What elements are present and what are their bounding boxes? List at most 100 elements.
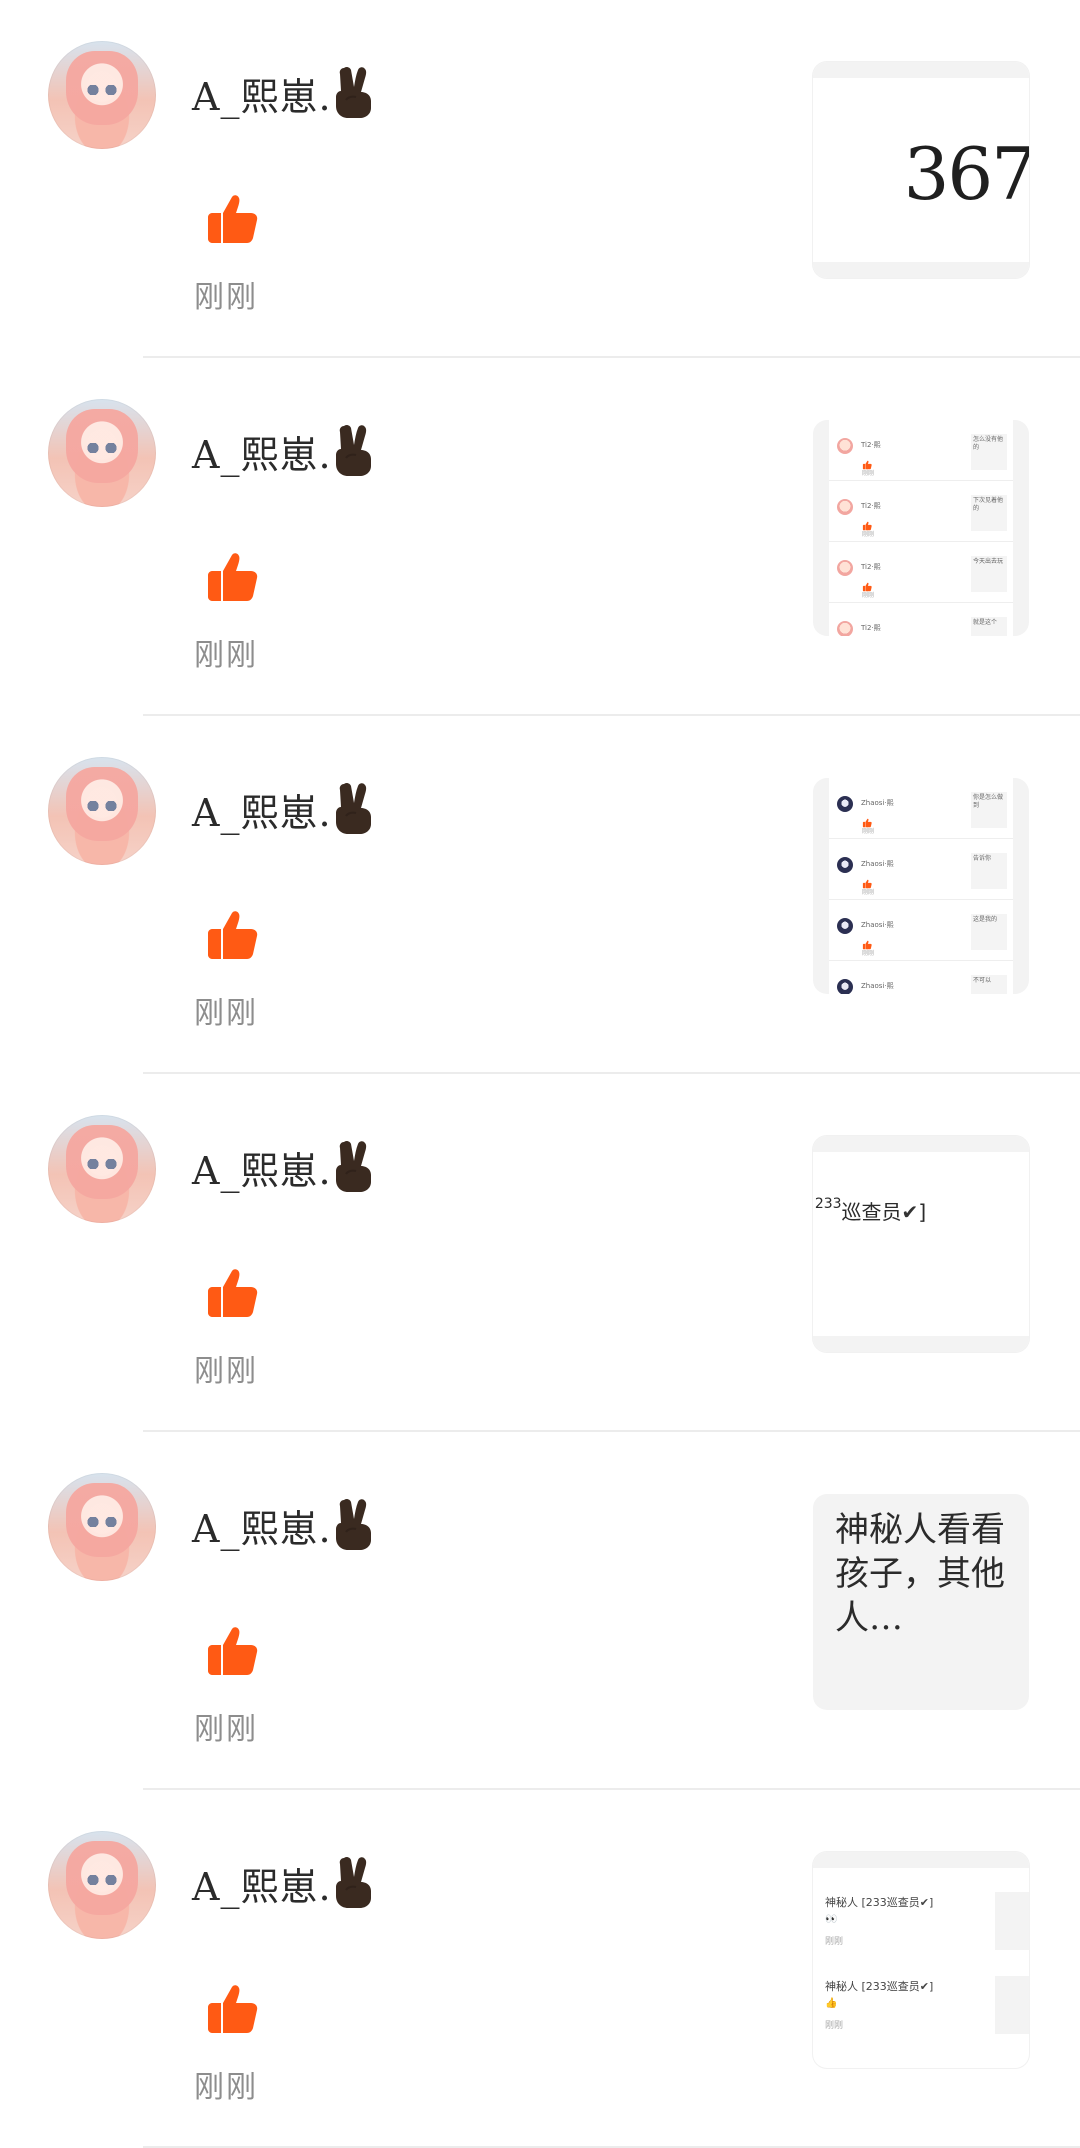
mini-avatar [837, 621, 853, 636]
peace-hand-emoji-icon [330, 66, 376, 118]
mini-username: Ti2·熙 [861, 441, 881, 449]
mini-tag-line2: 👀 [825, 1914, 838, 1925]
mini-avatar [837, 560, 853, 576]
timestamp: 刚刚 [194, 2070, 258, 2105]
mini-preview-card: 这是我的 [971, 914, 1007, 950]
content-thumbnail[interactable]: 367 [813, 62, 1029, 278]
username[interactable]: A_熙崽. [192, 1498, 332, 1553]
mini-tag-line3: 刚刚 [825, 2021, 844, 2031]
mini-timestamp: 刚刚 [862, 950, 875, 957]
notification-item[interactable]: A_熙崽. 刚刚 Ti2·熙 刚刚 怎么没有他的 Ti2·熙 刚刚 下次见着他的 Ti2·… [0, 358, 1080, 716]
mini-tag-line3: 刚刚 [825, 1937, 844, 1947]
mini-tag-line1: 神秘人 [233巡查员✔] [825, 1980, 934, 1993]
mini-username: Ti2·熙 [861, 563, 881, 571]
tag-text: 巡查员 [841, 1200, 902, 1224]
mini-thumb-up-icon [862, 935, 872, 950]
username[interactable]: A_熙崽. [192, 424, 332, 479]
thumbnail-screenshot: Zhaosi·熙 刚刚 你是怎么做到 Zhaosi·熙 刚刚 告诉你 Zhaosi·熙 … [829, 778, 1013, 994]
username[interactable]: A_熙崽. [192, 66, 332, 121]
mini-username: Ti2·熙 [861, 624, 881, 632]
mini-tag-line2: 👍 [825, 1998, 838, 2009]
avatar[interactable] [48, 1115, 156, 1223]
mini-timestamp: 刚刚 [862, 592, 875, 599]
check-icon: ✔ [901, 1200, 919, 1224]
mini-list-item: Ti2·熙 刚刚 下次见着他的 [829, 481, 1013, 542]
avatar[interactable] [48, 1473, 156, 1581]
content-thumbnail[interactable]: 神秘人看看孩子，其他人… [813, 1494, 1029, 1710]
content-thumbnail[interactable]: 神秘人 [233巡查员✔] 👀 刚刚 神秘人 [233巡查员✔] 👍 刚刚 [813, 1852, 1029, 2068]
mini-timestamp: 刚刚 [862, 828, 875, 835]
avatar[interactable] [48, 1831, 156, 1939]
timestamp: 刚刚 [194, 280, 258, 315]
mini-list-item: Zhaosi·熙 刚刚不可以 [829, 961, 1013, 994]
notification-item[interactable]: A_熙崽. 刚刚 Zhaosi·熙 刚刚 你是怎么做到 Zhaosi·熙 刚刚 告诉你 Z… [0, 716, 1080, 1074]
peace-hand-emoji-icon [330, 424, 376, 476]
username[interactable]: A_熙崽. [192, 782, 332, 837]
thumbnail-number: 367 [903, 132, 1029, 216]
thumbnail-bottom-band [813, 262, 1029, 278]
mini-username: Zhaosi·熙 [861, 921, 894, 929]
mini-avatar [837, 499, 853, 515]
peace-hand-emoji-icon [330, 782, 376, 834]
mini-thumb-up-icon [862, 874, 872, 889]
thumbnail-tag-text: [233巡查员✔] [813, 1196, 926, 1225]
peace-hand-emoji-icon [330, 1498, 376, 1550]
thumb-up-icon [203, 907, 259, 963]
mini-avatar [837, 796, 853, 812]
mini-preview-card: 就是这个 [971, 617, 1007, 636]
mini-thumb-up-icon [862, 516, 872, 531]
avatar[interactable] [48, 757, 156, 865]
thumbnail-bottom-band [813, 1336, 1029, 1352]
content-thumbnail[interactable]: [233巡查员✔] [813, 1136, 1029, 1352]
mini-timestamp: 刚刚 [862, 531, 875, 538]
thumbnail-screenshot: 神秘人 [233巡查员✔] 👀 刚刚 神秘人 [233巡查员✔] 👍 刚刚 [813, 1852, 1029, 2068]
timestamp: 刚刚 [194, 1354, 258, 1389]
mini-avatar [837, 857, 853, 873]
mini-thumb-up-icon [862, 813, 872, 828]
timestamp: 刚刚 [194, 1712, 258, 1747]
mini-timestamp: 刚刚 [862, 889, 875, 896]
mini-preview-card: 今天出去玩 [971, 556, 1007, 592]
username[interactable]: A_熙崽. [192, 1856, 332, 1911]
mini-avatar [837, 438, 853, 454]
thumb-up-icon [203, 549, 259, 605]
notification-item[interactable]: A_熙崽. 刚刚 367 [0, 0, 1080, 358]
notification-item[interactable]: A_熙崽. 刚刚 [233巡查员✔] [0, 1074, 1080, 1432]
thumb-up-icon [203, 1265, 259, 1321]
mini-thumb-up-icon [862, 577, 872, 592]
mini-preview-card: 告诉你 [971, 853, 1007, 889]
likes-list: A_熙崽. 刚刚 367 A_熙崽. 刚刚 Ti2·熙 刚刚 怎么没有他的 Ti2·熙 刚… [0, 0, 1080, 2148]
tag-bracket-right: ] [918, 1200, 927, 1224]
mini-preview-card: 你是怎么做到 [971, 792, 1007, 828]
timestamp: 刚刚 [194, 638, 258, 673]
mini-username: Zhaosi·熙 [861, 799, 894, 807]
content-thumbnail[interactable]: Zhaosi·熙 刚刚 你是怎么做到 Zhaosi·熙 刚刚 告诉你 Zhaosi·熙 … [813, 778, 1029, 994]
mini-list-item: Zhaosi·熙 刚刚 你是怎么做到 [829, 778, 1013, 839]
avatar[interactable] [48, 399, 156, 507]
mini-list-item: Zhaosi·熙 刚刚 这是我的 [829, 900, 1013, 961]
username[interactable]: A_熙崽. [192, 1140, 332, 1195]
mini-preview-card: 不可以 [971, 975, 1007, 994]
mini-preview-card: 下次见着他的 [971, 495, 1007, 531]
avatar[interactable] [48, 41, 156, 149]
content-thumbnail[interactable]: Ti2·熙 刚刚 怎么没有他的 Ti2·熙 刚刚 下次见着他的 Ti2·熙 刚刚 今天出去… [813, 420, 1029, 636]
mini-tag-row: 神秘人 [233巡查员✔] 👀 刚刚 [813, 1886, 1029, 1964]
peace-hand-emoji-icon [330, 1140, 376, 1192]
mini-tag-line1: 神秘人 [233巡查员✔] [825, 1896, 934, 1909]
mini-preview-card [995, 1976, 1029, 2034]
mini-username: Zhaosi·熙 [861, 860, 894, 868]
mini-timestamp: 刚刚 [862, 470, 875, 477]
mini-preview-card: 怎么没有他的 [971, 434, 1007, 470]
thumb-up-icon [203, 1981, 259, 2037]
mini-list-item: Ti2·熙 刚刚就是这个 [829, 603, 1013, 636]
peace-hand-emoji-icon [330, 1856, 376, 1908]
notification-item[interactable]: A_熙崽. 刚刚 神秘人 [233巡查员✔] 👀 刚刚 神秘人 [233巡查员✔] 👍 刚刚 [0, 1790, 1080, 2148]
notification-item[interactable]: A_熙崽. 刚刚 神秘人看看孩子，其他人… [0, 1432, 1080, 1790]
mini-avatar [837, 979, 853, 994]
thumbnail-top-band [813, 1136, 1029, 1152]
timestamp: 刚刚 [194, 996, 258, 1031]
tag-superscript: 233 [814, 1196, 842, 1212]
mini-avatar [837, 918, 853, 934]
thumbnail-comment-text: 神秘人看看孩子，其他人… [835, 1510, 1005, 1638]
mini-list-item: Ti2·熙 刚刚 怎么没有他的 [829, 420, 1013, 481]
